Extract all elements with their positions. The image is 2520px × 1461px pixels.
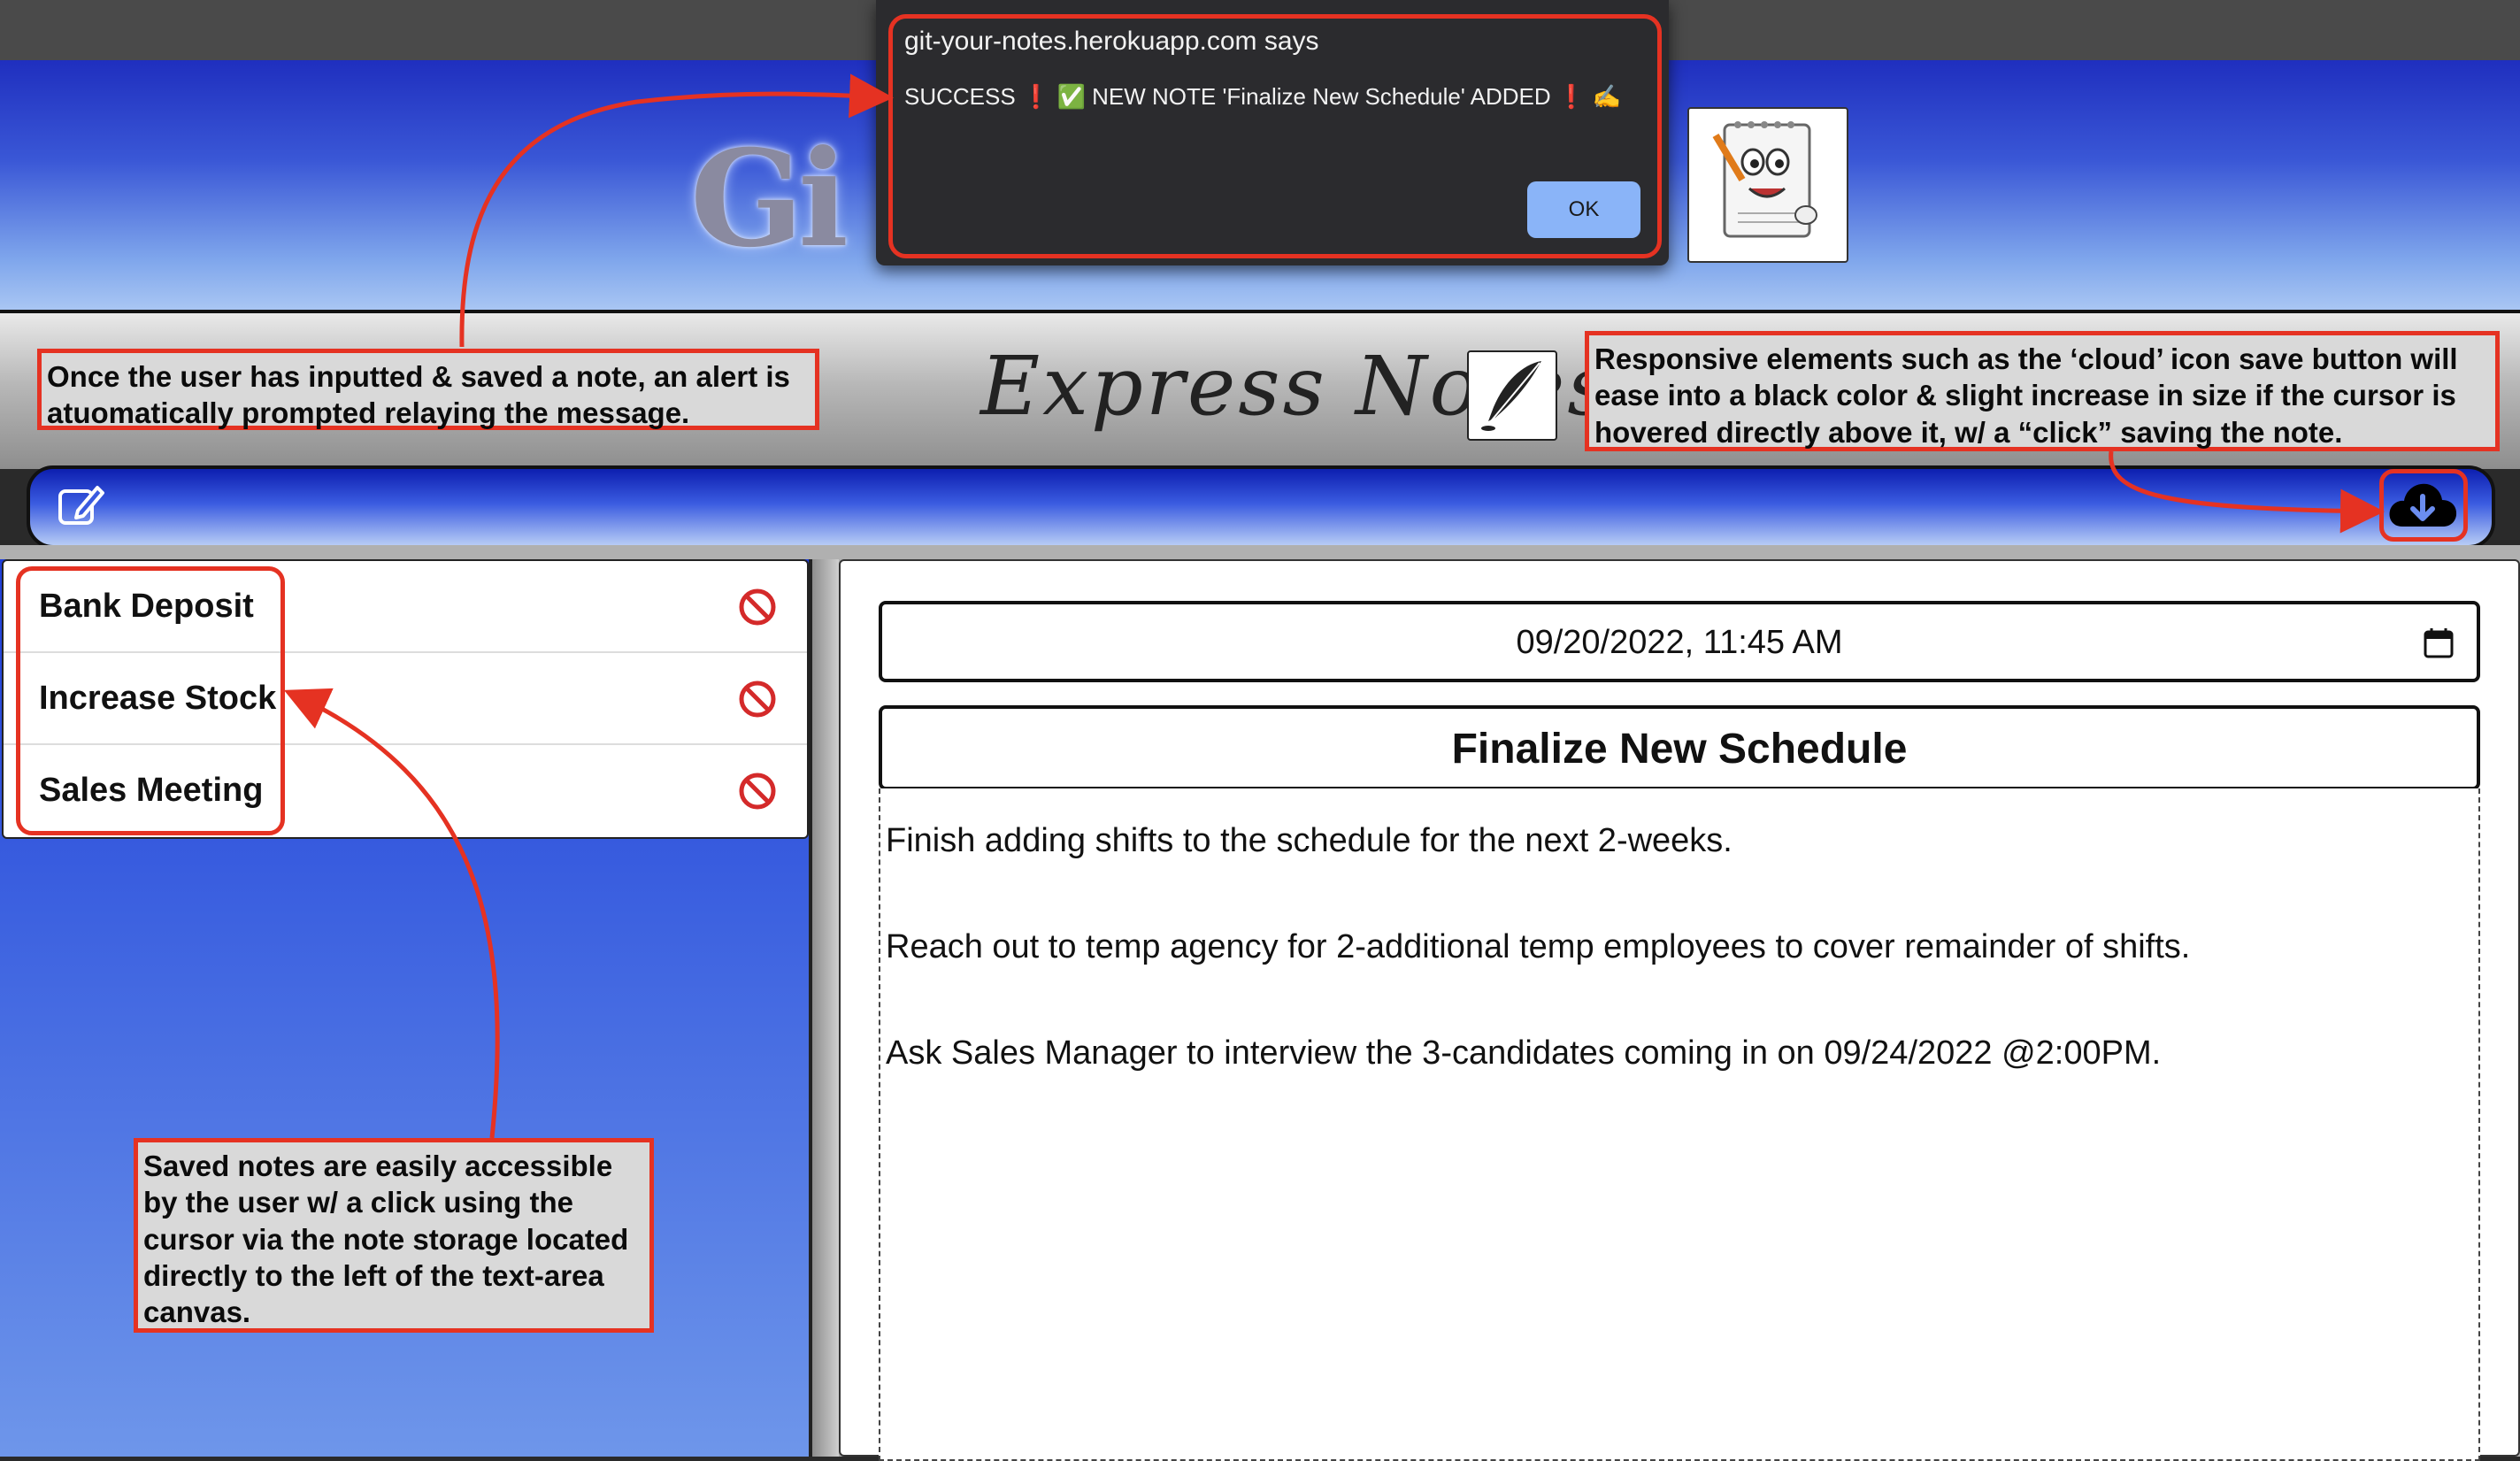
delete-icon[interactable]: [738, 772, 777, 811]
new-note-button[interactable]: [55, 481, 104, 530]
delete-icon[interactable]: [738, 588, 777, 627]
note-title-input[interactable]: Finalize New Schedule: [879, 705, 2480, 790]
quill-pen-icon: [1467, 350, 1557, 441]
note-text-line: Ask Sales Manager to interview the 3-can…: [886, 1034, 2162, 1072]
alert-title: git-your-notes.herokuapp.com says: [904, 27, 1319, 56]
nav-bar: [27, 465, 2495, 549]
datetime-input[interactable]: 09/20/2022, 11:45 AM: [879, 601, 2480, 682]
save-note-button[interactable]: [2386, 475, 2459, 535]
calendar-icon[interactable]: [2422, 626, 2455, 659]
note-text-line: Finish adding shifts to the schedule for…: [886, 822, 1732, 859]
annotation-save-button: Responsive elements such as the ‘cloud’ …: [1585, 331, 2500, 451]
panel-divider: [812, 559, 839, 1457]
note-text-area[interactable]: Finish adding shifts to the schedule for…: [879, 788, 2480, 1461]
note-title-value: Finalize New Schedule: [1451, 726, 1908, 773]
annotation-alert: Once the user has inputted & saved a not…: [37, 349, 819, 430]
notes-list-highlight: [16, 566, 285, 835]
delete-icon[interactable]: [738, 680, 777, 719]
git-logo: Gi: [690, 121, 849, 277]
notepad-mascot-icon: [1687, 107, 1848, 263]
note-text-line: Reach out to temp agency for 2-additiona…: [886, 928, 2191, 965]
cloud-download-icon: [2389, 483, 2457, 527]
alert-ok-button[interactable]: OK: [1527, 181, 1640, 238]
annotation-notes-list: Saved notes are easily accessible by the…: [134, 1138, 654, 1333]
alert-message: SUCCESS ❗ ✅ NEW NOTE 'Finalize New Sched…: [904, 83, 1621, 110]
datetime-value: 09/20/2022, 11:45 AM: [1516, 624, 1843, 661]
pencil-square-icon: [58, 486, 104, 525]
